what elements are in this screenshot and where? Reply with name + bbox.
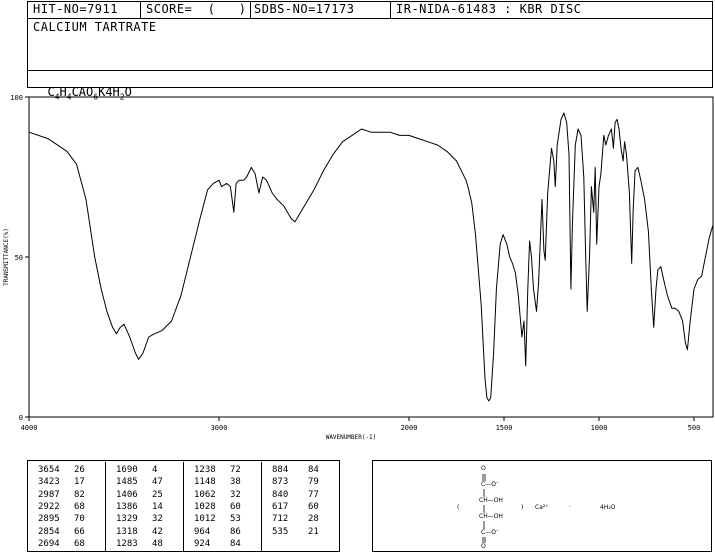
peak-wavenumber: 1062 [194, 489, 216, 500]
peak-transmittance: 32 [230, 489, 241, 500]
structure-hydroxyl-2: CH—OH [479, 513, 503, 520]
structure-o-bottom: O [481, 543, 486, 550]
peak-transmittance: 42 [152, 526, 163, 537]
header-divider-1 [140, 1, 141, 19]
structure-hydroxyl-1: CH—OH [479, 497, 503, 504]
x-tick-label: 3000 [211, 424, 228, 432]
peak-wavenumber: 712 [272, 514, 289, 525]
peak-column: 1690 4 1485 47 1406 25 1386 14 1329 32 1318 42 1283 4… [106, 462, 184, 552]
y-axis-label: TRANSMITTANCE(%) [3, 228, 10, 286]
peak-column: 3654 26 3423 17 2987 82 2922 68 2895 70 2854 66 2694… [28, 462, 106, 552]
peak-wavenumber: 1329 [116, 514, 138, 525]
peak-transmittance: 47 [152, 477, 163, 488]
peak-transmittance: 82 [74, 489, 85, 500]
structure-close-paren: ) [521, 504, 524, 511]
peak-transmittance: 66 [74, 526, 85, 537]
peak-transmittance: 21 [308, 526, 319, 537]
structure-open-paren: ( [457, 504, 460, 511]
peak-transmittance: 84 [308, 465, 319, 475]
peak-wavenumber: 840 [272, 489, 289, 500]
structure-carboxylate-2: C—O⁻ [481, 529, 500, 536]
compound-name: CALCIUM TARTRATE [33, 20, 157, 34]
structure-water: 4H₂O [600, 504, 616, 511]
peak-transmittance: 53 [230, 514, 241, 525]
ir-spectrum-chart: 4000 3000 2000 1500 1000 500 0 50 100 WAVENUMBER(… [3, 94, 714, 441]
y-tick-label: 50 [15, 254, 23, 262]
peak-wavenumber: 924 [194, 538, 211, 549]
peak-transmittance: 14 [152, 501, 163, 512]
peak-wavenumber: 1690 [116, 465, 138, 475]
ir-nida-number: IR-NIDA-61483 : KBR DISC [396, 2, 582, 16]
peak-wavenumber: 3423 [38, 477, 60, 488]
structure-calcium-ion: Ca²⁺ [535, 504, 549, 511]
y-tick-label: 0 [19, 414, 23, 422]
x-axis-label: WAVENUMBER(-1) [326, 434, 377, 441]
peak-wavenumber: 1318 [116, 526, 138, 537]
peak-wavenumber: 884 [272, 465, 289, 475]
peak-wavenumber: 1406 [116, 489, 138, 500]
x-tick-label: 1000 [591, 424, 608, 432]
peak-transmittance: 70 [74, 514, 85, 525]
peak-transmittance: 32 [152, 514, 163, 525]
peak-transmittance: 84 [230, 538, 241, 549]
peak-column: 884 84 873 79 840 77 617 60 712 28 535 21 [262, 462, 339, 552]
peak-transmittance: 4 [152, 465, 158, 475]
peak-transmittance: 25 [152, 489, 163, 500]
structure-dot: · [569, 504, 571, 511]
x-tick-label: 1500 [496, 424, 513, 432]
structure-o-top: O [481, 465, 486, 472]
peak-wavenumber: 1485 [116, 477, 138, 488]
x-tick-label: 500 [688, 424, 701, 432]
peak-table: 3654 26 3423 17 2987 82 2922 68 2895 70 2854 66 2694… [27, 460, 340, 552]
peak-wavenumber: 964 [194, 526, 211, 537]
x-tick-label: 2000 [401, 424, 418, 432]
peak-wavenumber: 873 [272, 477, 289, 488]
structure-box: O C—O⁻ CH—OH CH—OH C—O⁻ O ( ) Ca²⁺ · 4H₂… [372, 460, 712, 552]
peak-wavenumber: 617 [272, 501, 289, 512]
structure-carboxylate-1: C—O⁻ [481, 481, 500, 488]
header-divider-2 [250, 1, 251, 19]
spectrum-line [28, 112, 714, 402]
peak-wavenumber: 1283 [116, 538, 138, 549]
y-tick-label: 100 [10, 94, 23, 102]
peak-transmittance: 60 [308, 501, 319, 512]
peak-transmittance: 48 [152, 538, 163, 549]
peak-wavenumber: 2854 [38, 526, 60, 537]
peak-transmittance: 26 [74, 465, 85, 475]
sdbs-number: SDBS-NO=17173 [254, 2, 355, 16]
x-tick-label: 4000 [21, 424, 38, 432]
peak-transmittance: 68 [74, 538, 85, 549]
peak-wavenumber: 3654 [38, 465, 60, 475]
peak-wavenumber: 1238 [194, 465, 216, 475]
peak-wavenumber: 1028 [194, 501, 216, 512]
peak-transmittance: 86 [230, 526, 241, 537]
peak-transmittance: 68 [74, 501, 85, 512]
header-row [27, 1, 713, 19]
peak-transmittance: 72 [230, 465, 241, 475]
peak-transmittance: 77 [308, 489, 319, 500]
peak-wavenumber: 535 [272, 526, 289, 537]
peak-wavenumber: 2922 [38, 501, 60, 512]
peak-transmittance: 79 [308, 477, 319, 488]
peak-column: 1238 72 1148 38 1062 32 1028 60 1012 53 964 86 924 84 [184, 462, 262, 552]
header-divider-3 [390, 1, 391, 19]
peak-transmittance: 38 [230, 477, 241, 488]
peak-wavenumber: 1148 [194, 477, 216, 488]
score: SCORE= ( ) [146, 2, 247, 16]
peak-wavenumber: 1386 [116, 501, 138, 512]
peak-wavenumber: 2895 [38, 514, 60, 525]
peak-wavenumber: 1012 [194, 514, 216, 525]
hit-number: HIT-NO=7911 [33, 2, 118, 16]
peak-transmittance: 17 [74, 477, 85, 488]
plot-frame [28, 96, 714, 418]
peak-wavenumber: 2987 [38, 489, 60, 500]
peak-transmittance: 28 [308, 514, 319, 525]
peak-transmittance: 60 [230, 501, 241, 512]
peak-wavenumber: 2694 [38, 538, 60, 549]
